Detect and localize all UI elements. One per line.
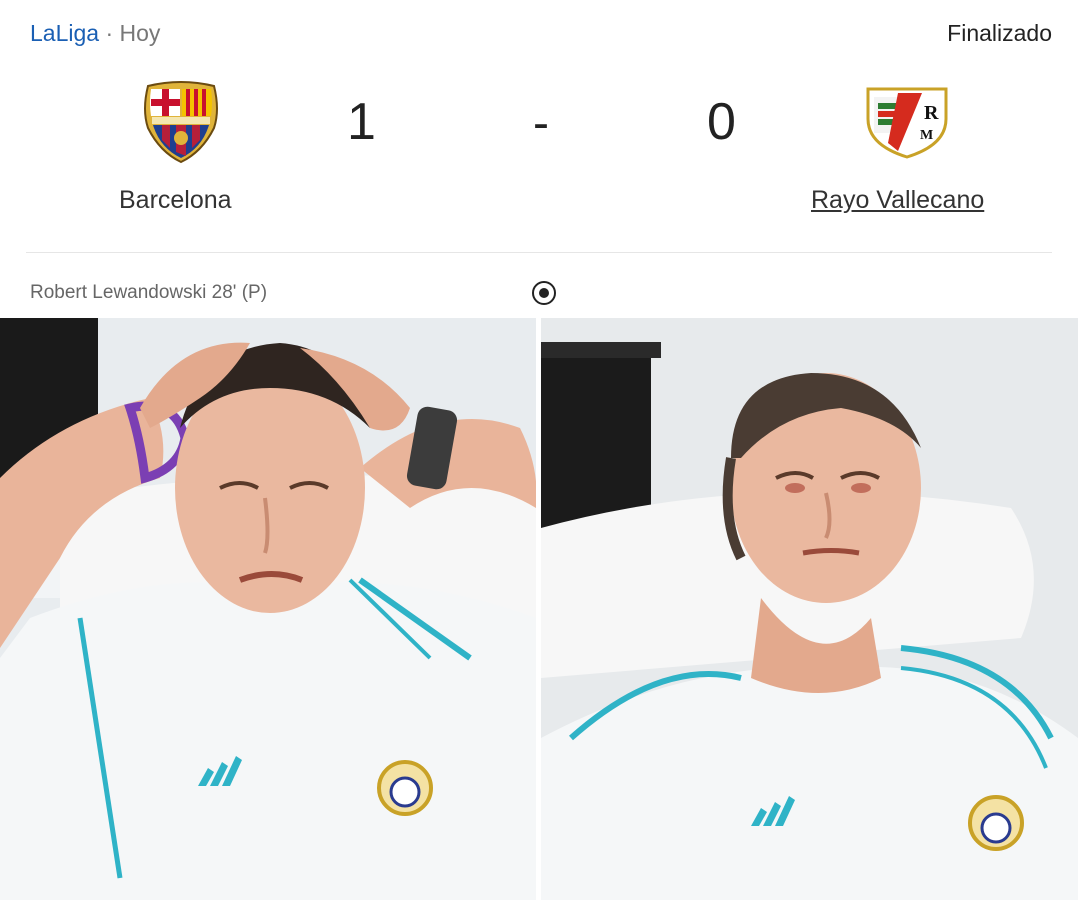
match-status: Finalizado [947,20,1052,46]
away-team-link[interactable]: Rayo Vallecano [811,186,984,215]
match-header: LaLiga · Hoy [30,20,160,47]
section-divider [26,252,1052,253]
rayo-vallecano-crest-icon[interactable]: R M [864,85,950,159]
home-score: 1 [347,93,376,151]
svg-text:M: M [920,128,933,143]
home-team-name: Barcelona [119,186,232,214]
soccer-ball-icon [531,280,557,306]
photo-man-hands-on-head [0,318,536,900]
barcelona-crest-icon[interactable] [140,80,222,164]
league-link[interactable]: LaLiga [30,20,99,46]
score-separator: - [533,97,549,150]
away-score: 0 [707,93,736,151]
header-separator: · [105,20,114,46]
svg-text:R: R [924,102,939,124]
photo-man-teary-eyes [541,318,1078,900]
match-day: Hoy [119,20,161,46]
goal-scorer-event: Robert Lewandowski 28' (P) [30,282,268,303]
